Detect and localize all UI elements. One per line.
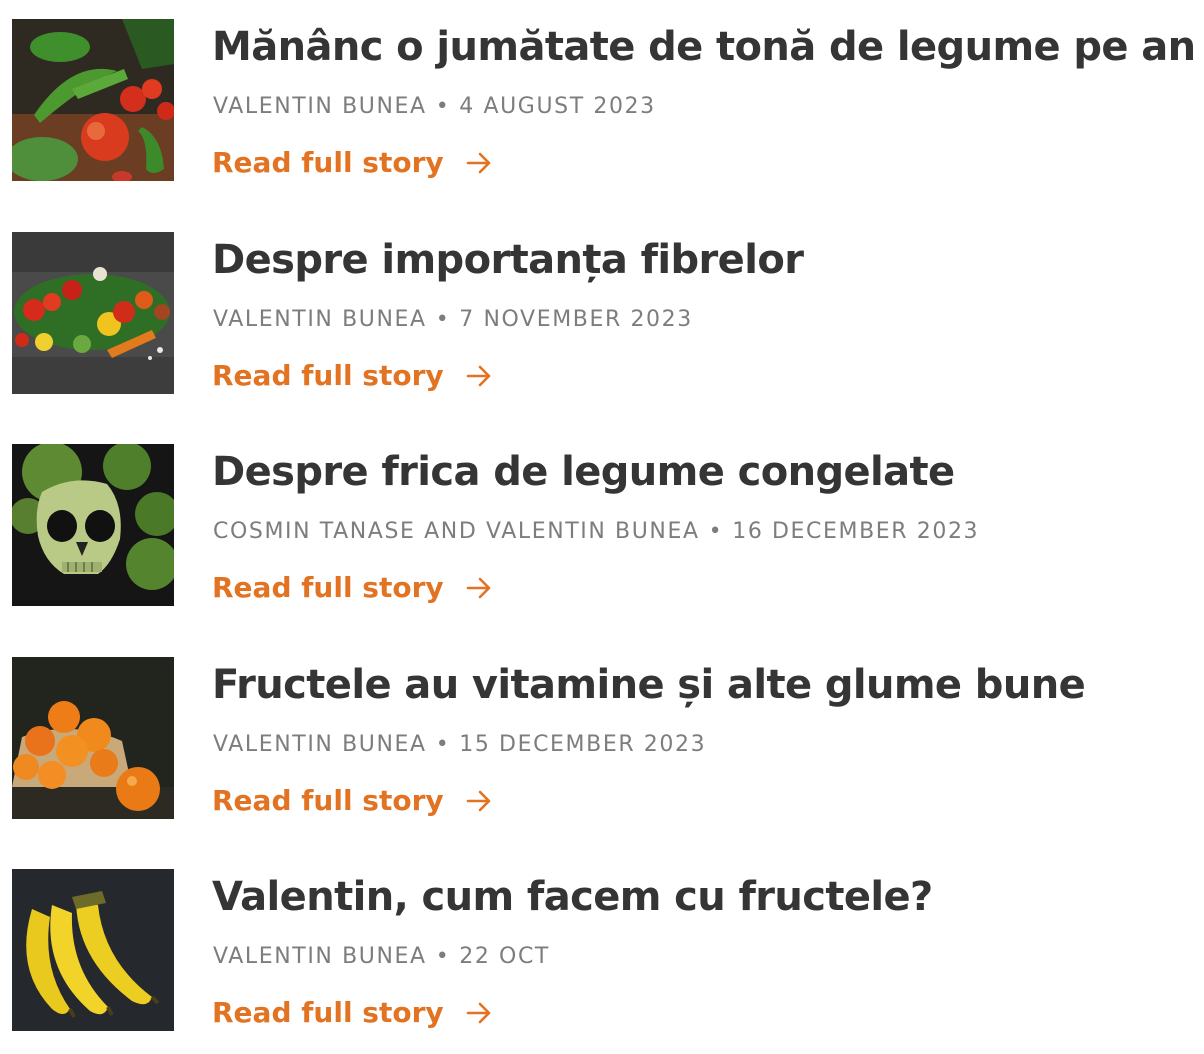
story-item: Fructele au vitamine și alte glume bune …	[12, 657, 1192, 819]
story-date: 22 OCT	[459, 944, 550, 969]
read-full-story-link[interactable]: Read full story	[212, 358, 492, 396]
arrow-right-icon	[466, 360, 492, 396]
story-thumbnail[interactable]	[12, 657, 174, 819]
story-date: 15 DECEMBER 2023	[459, 732, 707, 757]
story-byline: COSMIN TANASE AND VALENTIN BUNEA • 16 DECE…	[213, 518, 979, 546]
arrow-right-icon	[466, 785, 492, 821]
arrow-right-icon	[466, 147, 492, 183]
story-thumbnail[interactable]	[12, 444, 174, 606]
story-date: 7 NOVEMBER 2023	[459, 307, 693, 332]
story-byline: VALENTIN BUNEA • 4 AUGUST 2023	[213, 93, 656, 121]
story-author: VALENTIN BUNEA	[213, 944, 427, 969]
meta-separator: •	[435, 732, 451, 757]
story-item: Despre frica de legume congelate COSMIN …	[12, 444, 1192, 606]
story-author: VALENTIN BUNEA	[213, 732, 427, 757]
story-date: 4 AUGUST 2023	[459, 94, 656, 119]
story-title[interactable]: Despre importanța fibrelor	[212, 234, 804, 286]
story-title[interactable]: Fructele au vitamine și alte glume bune	[212, 659, 1086, 711]
story-date: 16 DECEMBER 2023	[732, 519, 980, 544]
read-full-story-label: Read full story	[212, 784, 444, 817]
meta-separator: •	[435, 307, 451, 332]
read-full-story-label: Read full story	[212, 996, 444, 1029]
read-full-story-label: Read full story	[212, 571, 444, 604]
story-byline: VALENTIN BUNEA • 7 NOVEMBER 2023	[213, 306, 693, 334]
arrow-right-icon	[466, 997, 492, 1033]
meta-separator: •	[435, 944, 451, 969]
story-title[interactable]: Mănânc o jumătate de tonă de legume pe a…	[212, 21, 1196, 73]
arrow-right-icon	[466, 572, 492, 608]
read-full-story-label: Read full story	[212, 146, 444, 179]
story-item: Mănânc o jumătate de tonă de legume pe a…	[12, 19, 1196, 183]
story-thumbnail[interactable]	[12, 19, 174, 181]
story-byline: VALENTIN BUNEA • 15 DECEMBER 2023	[213, 731, 706, 759]
story-title[interactable]: Valentin, cum facem cu fructele?	[212, 871, 933, 923]
story-thumbnail[interactable]	[12, 232, 174, 394]
read-full-story-link[interactable]: Read full story	[212, 145, 492, 183]
meta-separator: •	[708, 519, 724, 544]
story-item: Valentin, cum facem cu fructele? VALENTI…	[12, 869, 1192, 1031]
story-title[interactable]: Despre frica de legume congelate	[212, 446, 955, 498]
story-author: COSMIN TANASE AND VALENTIN BUNEA	[213, 519, 700, 544]
story-author: VALENTIN BUNEA	[213, 307, 427, 332]
read-full-story-link[interactable]: Read full story	[212, 570, 492, 608]
read-full-story-label: Read full story	[212, 359, 444, 392]
story-thumbnail[interactable]	[12, 869, 174, 1031]
meta-separator: •	[435, 94, 451, 119]
story-byline: VALENTIN BUNEA • 22 OCT	[213, 943, 550, 971]
read-full-story-link[interactable]: Read full story	[212, 995, 492, 1033]
story-item: Despre importanța fibrelor VALENTIN BUNE…	[12, 232, 1192, 394]
story-author: VALENTIN BUNEA	[213, 94, 427, 119]
read-full-story-link[interactable]: Read full story	[212, 783, 492, 821]
